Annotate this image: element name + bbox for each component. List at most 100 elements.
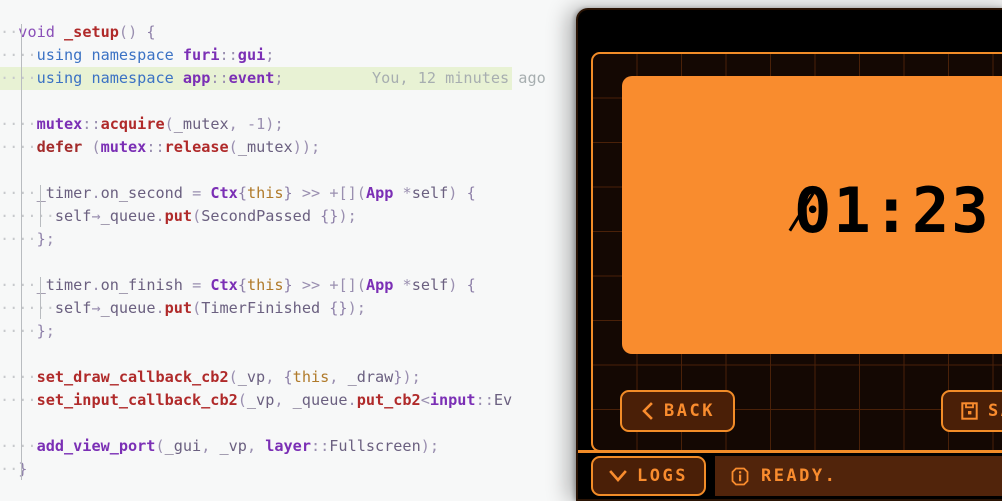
logs-button-label: LOGS	[637, 466, 688, 486]
indent-guide	[39, 185, 41, 227]
code-line[interactable]: ····_timer.on_second = Ctx{this} >> +[](…	[0, 182, 512, 205]
code-token: *	[402, 184, 412, 202]
code-token: (	[155, 437, 165, 455]
code-token: }	[338, 299, 348, 317]
code-token: this	[246, 184, 284, 202]
code-token: (	[356, 276, 366, 294]
code-token: )	[292, 138, 302, 156]
indent-guide	[21, 24, 23, 480]
device-emulator-panel[interactable]: 01:23 BACK S LOGS READY.	[576, 8, 1002, 501]
code-token: Ctx	[210, 276, 238, 294]
screenshot-root: ··void _setup() {····using namespace fur…	[0, 0, 1002, 501]
code-token: :	[155, 138, 165, 156]
whitespace-dots: ····	[0, 184, 37, 202]
code-line[interactable]: ····defer (mutex::release(_mutex));	[0, 136, 512, 159]
code-token: →	[91, 207, 101, 225]
code-token: (	[91, 138, 101, 156]
code-line[interactable]: ····_timer.on_finish = Ctx{this} >> +[](…	[0, 274, 512, 297]
code-token: ]	[347, 184, 357, 202]
code-line[interactable]	[0, 159, 512, 182]
code-line[interactable]: ······self→_queue.put(SecondPassed {});	[0, 205, 512, 228]
device-bottom-bar: LOGS READY.	[578, 450, 1002, 499]
code-token: Ev	[493, 391, 513, 409]
code-token: ]	[347, 276, 357, 294]
code-token: ,	[228, 115, 238, 133]
code-token: {	[237, 276, 247, 294]
code-line[interactable]	[0, 412, 512, 435]
code-token: acquire	[100, 115, 165, 133]
timer-minutes: 01	[788, 180, 873, 242]
code-token: :	[228, 46, 238, 64]
code-token: _gui	[164, 437, 202, 455]
code-token: >	[301, 184, 312, 202]
code-token: _queue	[100, 299, 156, 317]
code-token: ,	[265, 368, 275, 386]
timer-seconds: 23	[911, 174, 991, 247]
code-token: ;	[45, 230, 55, 248]
code-token: .	[155, 207, 165, 225]
back-button-label: BACK	[664, 401, 715, 421]
code-token: )	[420, 437, 430, 455]
code-line[interactable]	[0, 343, 512, 366]
timer-display: 01:23	[622, 180, 1002, 242]
code-token: put	[164, 207, 193, 225]
code-token: _draw	[347, 368, 394, 386]
logs-button[interactable]: LOGS	[591, 456, 706, 496]
code-token: mutex	[36, 115, 83, 133]
code-token: app	[182, 69, 211, 87]
code-token: {	[320, 207, 330, 225]
save-button[interactable]: SAVE	[941, 390, 1002, 432]
code-token: namespace	[91, 46, 174, 64]
code-token: {	[466, 276, 476, 294]
code-line[interactable]: ··void _setup() {	[0, 21, 512, 44]
code-line[interactable]: ····using namespace furi::gui;	[0, 44, 512, 67]
back-button[interactable]: BACK	[620, 390, 735, 432]
code-line[interactable]: ······self→_queue.put(TimerFinished {});	[0, 297, 512, 320]
code-token: ;	[311, 138, 321, 156]
code-token: →	[91, 299, 101, 317]
code-editor-pane[interactable]: ··void _setup() {····using namespace fur…	[0, 0, 600, 501]
device-stage-grid: 01:23 BACK S	[591, 52, 1002, 452]
code-token: {	[146, 23, 156, 41]
code-line[interactable]	[0, 251, 512, 274]
code-line[interactable]	[0, 90, 512, 113]
code-token: Ctx	[210, 184, 238, 202]
code-token: put	[164, 299, 193, 317]
code-text-area[interactable]: ··void _setup() {····using namespace fur…	[0, 21, 513, 481]
code-token: >	[311, 184, 321, 202]
code-token: put_cb2	[356, 391, 421, 409]
code-token: using	[36, 46, 83, 64]
code-line[interactable]: ··}	[0, 458, 512, 481]
whitespace-dots: ····	[0, 230, 37, 248]
indent-guide	[39, 277, 41, 319]
whitespace-dots: ····	[0, 322, 37, 340]
code-token: ,	[201, 437, 211, 455]
code-line[interactable]: ····set_draw_callback_cb2(_vp, {this, _d…	[0, 366, 512, 389]
code-line[interactable]: ····};	[0, 320, 512, 343]
code-token: (	[118, 23, 129, 41]
code-line[interactable]: ····};	[0, 228, 512, 251]
code-token: -	[246, 115, 257, 133]
code-token: :	[310, 437, 321, 455]
code-token: .	[155, 299, 165, 317]
code-line[interactable]: ····set_input_callback_cb2(_vp, _queue.p…	[0, 389, 512, 412]
device-lcd-screen[interactable]: 01:23	[622, 76, 1002, 354]
code-token: layer	[265, 437, 311, 455]
code-line[interactable]: ····mutex::acquire(_mutex, -1);	[0, 113, 512, 136]
whitespace-dots: ····	[0, 391, 37, 409]
code-token: (	[192, 207, 202, 225]
whitespace-dots: ····	[0, 138, 37, 156]
code-token: ;	[265, 46, 275, 64]
code-line[interactable]: ····add_view_port(_gui, _vp, layer::Full…	[0, 435, 512, 458]
code-token: ;	[429, 437, 440, 455]
code-token: this	[292, 368, 330, 386]
code-token: add_view_port	[36, 437, 156, 455]
